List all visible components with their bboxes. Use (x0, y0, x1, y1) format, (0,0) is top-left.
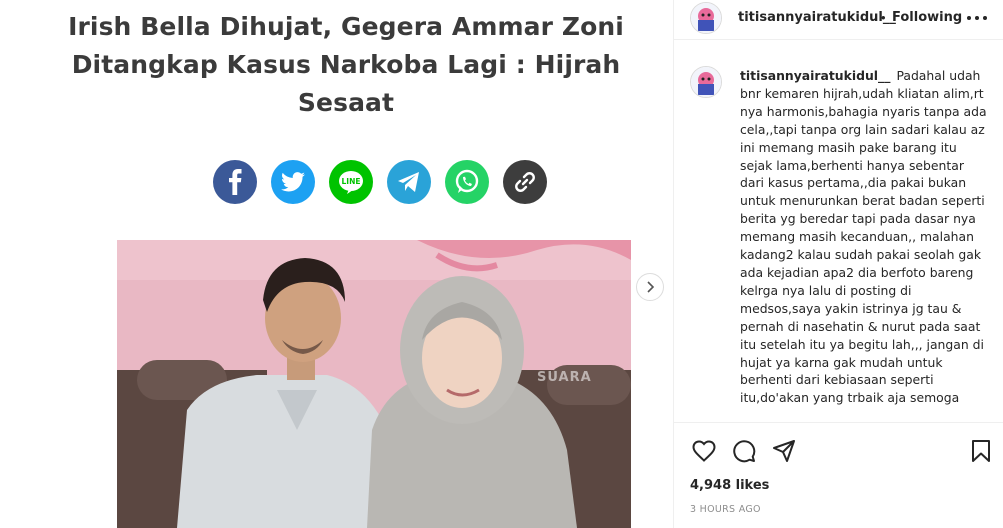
following-button[interactable]: Following (892, 10, 962, 25)
comment-icon (733, 440, 756, 463)
facebook-icon (213, 160, 257, 204)
chevron-right-icon (647, 281, 655, 293)
avatar[interactable] (690, 2, 722, 34)
like-button[interactable] (690, 437, 718, 465)
caption-username[interactable]: titisannyairatukidul__ (740, 68, 890, 83)
avatar[interactable] (690, 66, 722, 98)
twitter-icon (271, 160, 315, 204)
send-icon (773, 440, 795, 462)
post-caption: titisannyairatukidul__ Padahal udah bnr k… (740, 67, 990, 407)
comment-button[interactable] (730, 437, 758, 465)
link-icon (503, 160, 547, 204)
more-options-button[interactable] (965, 6, 989, 30)
headline-line: Irish Bella Dihujat, Gegera Ammar Zoni (68, 12, 624, 41)
telegram-icon (387, 160, 431, 204)
post-timestamp[interactable]: 3 HOURS AGO (690, 504, 761, 515)
caption-section: titisannyairatukidul__ Padahal udah bnr k… (674, 56, 1003, 420)
headline-line: Ditangkap Kasus Narkoba Lagi : Hijrah (71, 50, 621, 79)
whatsapp-icon (445, 160, 489, 204)
caption-text: Padahal udah bnr kemaren hijrah,udah kli… (740, 68, 987, 406)
post-author-username[interactable]: titisannyairatukidul__ (738, 10, 896, 25)
next-slide-button[interactable] (636, 273, 664, 301)
post-sidebar: titisannyairatukidul__ • Following titis… (673, 0, 1003, 528)
post-media: Irish Bella Dihujat, Gegera Ammar Zoni D… (0, 0, 673, 528)
separator-dot: • (881, 10, 886, 25)
post-header: titisannyairatukidul__ • Following (674, 0, 1003, 40)
photo-watermark: SUARA (537, 370, 592, 385)
likes-count[interactable]: 4,948 likes (690, 478, 769, 493)
line-icon: LINE (329, 160, 373, 204)
svg-text:LINE: LINE (342, 177, 361, 186)
heart-icon (692, 440, 716, 462)
share-button[interactable] (770, 437, 798, 465)
bookmark-icon (972, 440, 990, 462)
headline-line: Sesaat (297, 88, 395, 117)
news-photo: SUARA (117, 240, 631, 528)
action-bar (674, 422, 1003, 476)
article-headline: Irish Bella Dihujat, Gegera Ammar Zoni D… (60, 8, 632, 122)
more-horizontal-icon (967, 16, 987, 20)
save-button[interactable] (967, 437, 995, 465)
